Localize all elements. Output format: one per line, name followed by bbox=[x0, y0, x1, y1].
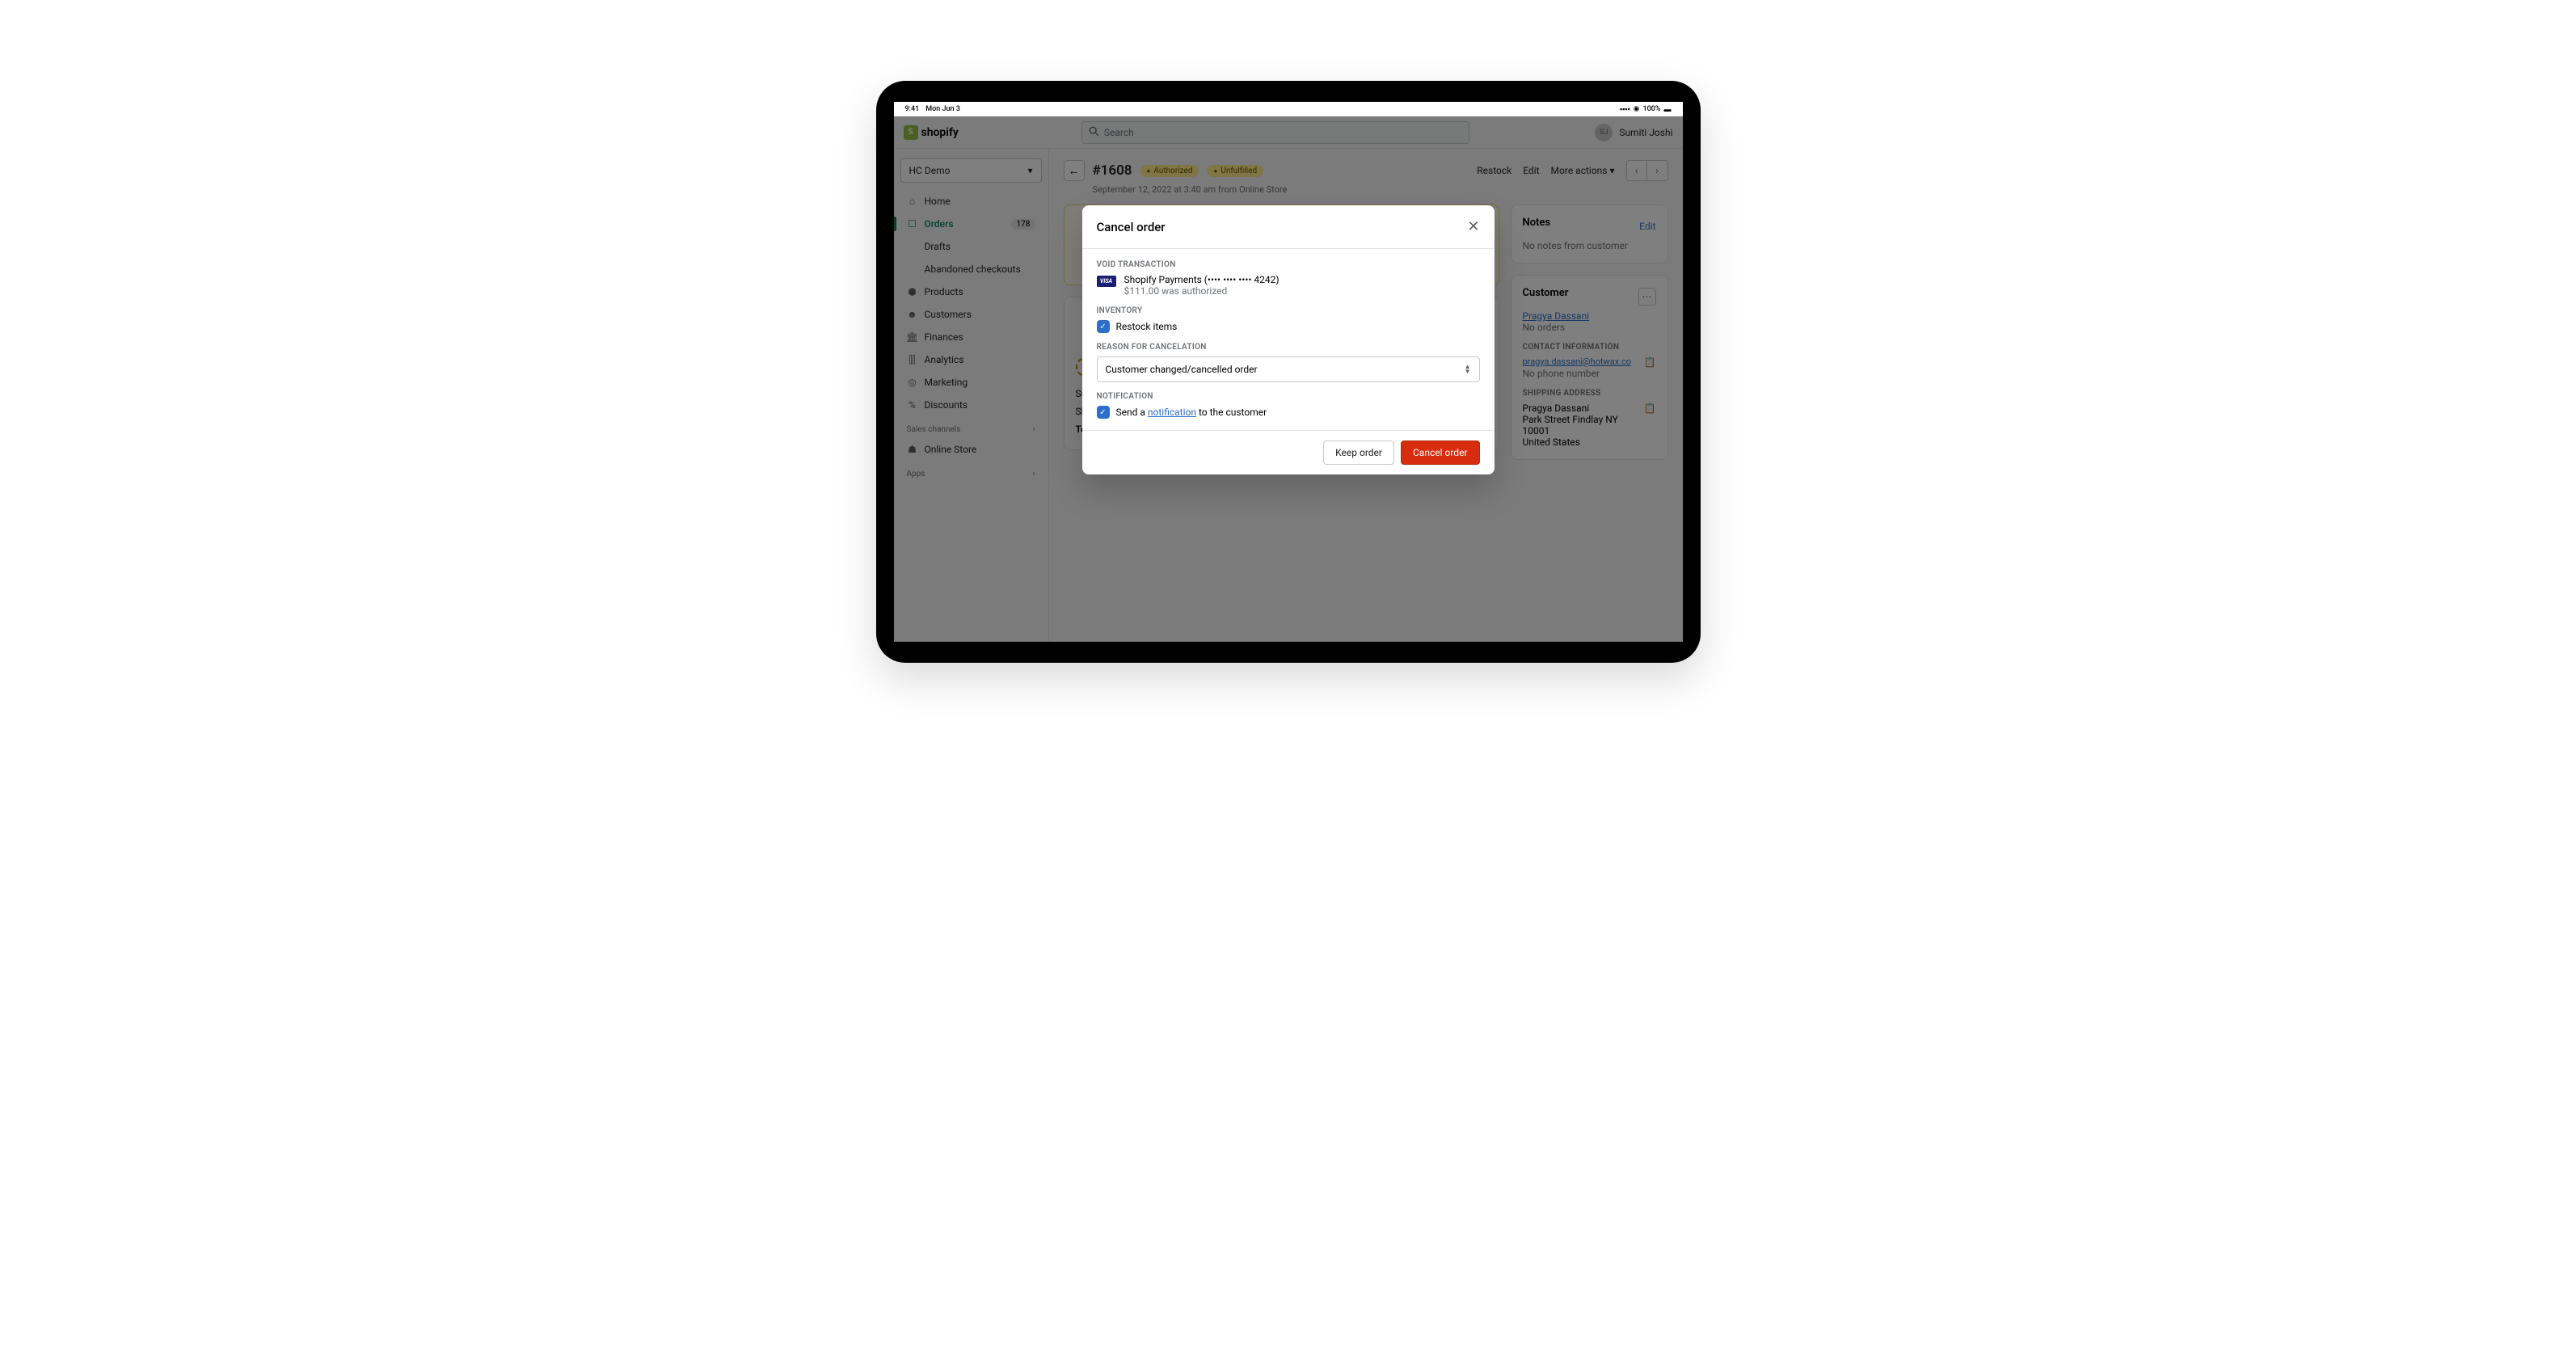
wifi-icon: ◉ bbox=[1634, 105, 1640, 113]
status-date: Mon Jun 3 bbox=[925, 105, 960, 113]
status-bar: 9:41 Mon Jun 3 ▪▪▪▪ ◉ 100% ▬ bbox=[894, 102, 1683, 116]
reason-value: Customer changed/cancelled order bbox=[1106, 364, 1258, 375]
notification-link[interactable]: notification bbox=[1148, 407, 1196, 418]
keep-order-button[interactable]: Keep order bbox=[1323, 441, 1394, 465]
reason-select[interactable]: Customer changed/cancelled order ▲▼ bbox=[1097, 356, 1480, 382]
battery-icon: ▬ bbox=[1664, 105, 1672, 114]
modal-overlay[interactable]: Cancel order ✕ VOID TRANSACTION VISA Sho… bbox=[894, 116, 1683, 642]
notification-text: Send a notification to the customer bbox=[1116, 407, 1267, 418]
notification-section-label: NOTIFICATION bbox=[1097, 392, 1480, 401]
status-time: 9:41 bbox=[905, 105, 920, 113]
inventory-section-label: INVENTORY bbox=[1097, 306, 1480, 315]
modal-title: Cancel order bbox=[1097, 220, 1166, 234]
void-payment-line: Shopify Payments (•••• •••• •••• 4242) bbox=[1124, 274, 1280, 285]
notif-pre: Send a bbox=[1116, 407, 1148, 418]
signal-icon: ▪▪▪▪ bbox=[1620, 105, 1630, 114]
close-button[interactable]: ✕ bbox=[1467, 218, 1479, 235]
void-amount-line: $111.00 was authorized bbox=[1124, 285, 1280, 297]
cancel-order-button[interactable]: Cancel order bbox=[1401, 441, 1480, 465]
close-icon: ✕ bbox=[1467, 218, 1479, 235]
reason-section-label: REASON FOR CANCELATION bbox=[1097, 343, 1480, 352]
void-section-label: VOID TRANSACTION bbox=[1097, 260, 1480, 269]
notif-post: to the customer bbox=[1196, 407, 1267, 418]
battery-percent: 100% bbox=[1643, 105, 1661, 113]
restock-label: Restock items bbox=[1116, 321, 1178, 332]
notification-checkbox[interactable]: ✓ bbox=[1097, 406, 1110, 419]
restock-checkbox[interactable]: ✓ bbox=[1097, 320, 1110, 333]
cancel-order-modal: Cancel order ✕ VOID TRANSACTION VISA Sho… bbox=[1082, 205, 1495, 474]
tablet-frame: 9:41 Mon Jun 3 ▪▪▪▪ ◉ 100% ▬ S shopify S… bbox=[876, 81, 1701, 663]
visa-icon: VISA bbox=[1097, 276, 1116, 287]
select-arrows-icon: ▲▼ bbox=[1465, 365, 1471, 374]
screen: 9:41 Mon Jun 3 ▪▪▪▪ ◉ 100% ▬ S shopify S… bbox=[894, 102, 1683, 642]
